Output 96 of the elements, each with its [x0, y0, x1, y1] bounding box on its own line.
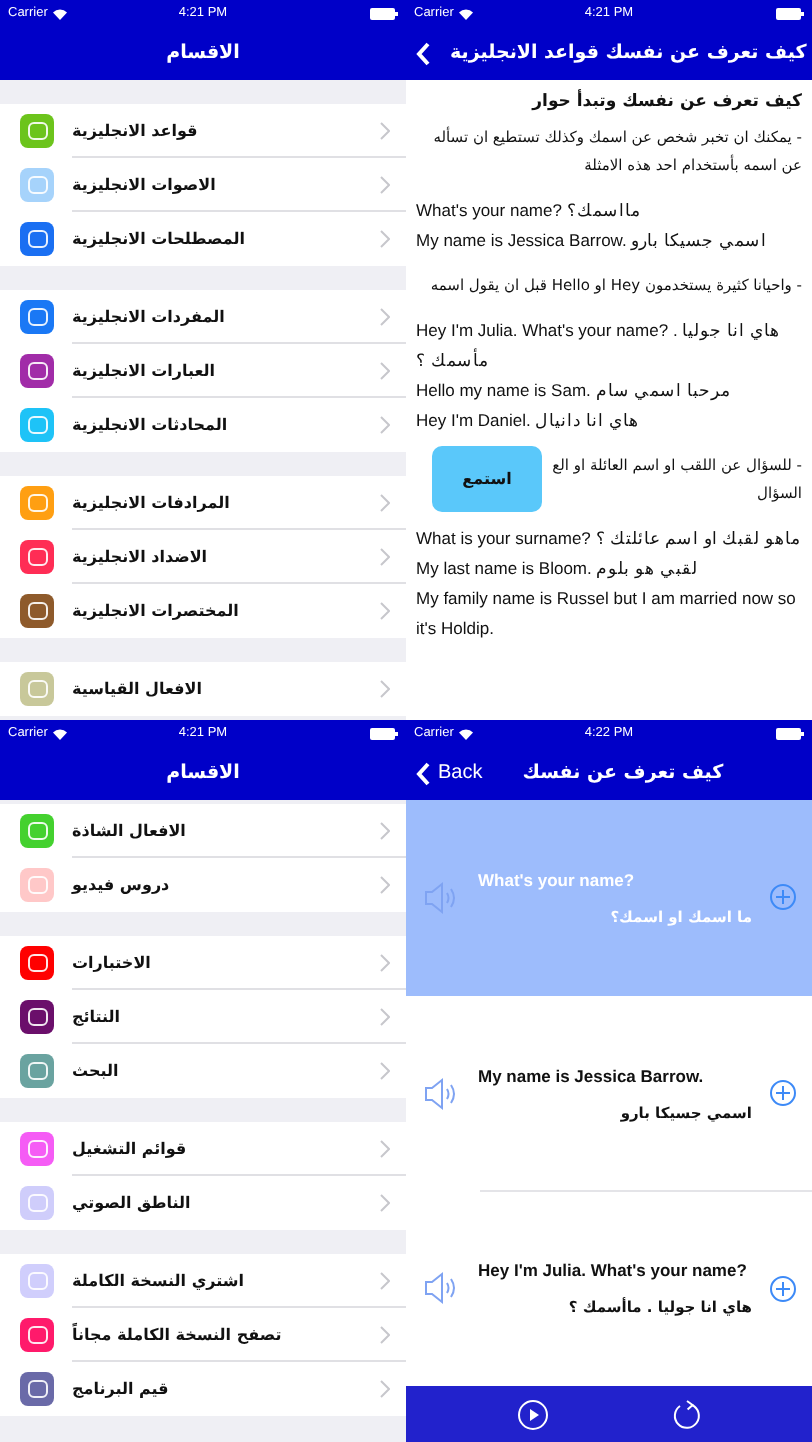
play-icon[interactable] — [517, 1399, 547, 1429]
nav-title: الاقسام — [166, 42, 240, 64]
chevron-icon — [380, 361, 390, 379]
menu-item-label: الافعال الشاذة — [72, 821, 186, 839]
menu-item[interactable]: قوائم التشغيل — [0, 1122, 406, 1176]
menu-item[interactable]: تصفح النسخة الكاملة مجاناً — [0, 1308, 406, 1362]
menu-item[interactable]: البحث — [0, 1044, 406, 1098]
menu-item[interactable]: المفردات الانجليزية — [0, 290, 406, 344]
menu-item[interactable]: المصطلحات الانجليزية — [0, 212, 406, 266]
chevron-icon — [380, 1007, 390, 1025]
chevron-icon — [380, 1380, 390, 1398]
battery-icon — [370, 7, 398, 19]
speaker-icon[interactable] — [424, 1075, 460, 1111]
speaker-icon[interactable] — [424, 1270, 460, 1307]
menu-item[interactable]: المختصرات الانجليزية — [0, 584, 406, 638]
menu-item[interactable]: المرادفات الانجليزية — [0, 476, 406, 530]
battery-icon — [776, 727, 804, 739]
phrase-english: My name is Jessica Barrow. — [478, 1065, 706, 1085]
menu-item-label: الناطق الصوتي — [72, 1194, 191, 1212]
menu-item[interactable]: قواعد الانجليزية — [0, 104, 406, 158]
battery-icon — [370, 727, 398, 739]
chevron-icon — [380, 876, 390, 894]
nav-title: الاقسام — [166, 762, 240, 784]
chevron-icon — [380, 230, 390, 248]
menu-item[interactable]: العبارات الانجليزية — [0, 344, 406, 398]
menu-item[interactable]: الافعال الشاذة — [0, 804, 406, 858]
menu-item-label: قواعد الانجليزية — [72, 121, 198, 139]
menu-item[interactable]: الناطق الصوتي — [0, 1176, 406, 1230]
article-text: My name is Jessica Barrow. اسمي جسيكا بارو — [416, 228, 769, 255]
repeat-icon[interactable] — [671, 1399, 701, 1429]
menu-item-label: قيم البرنامج — [72, 1380, 169, 1398]
menu-item-label: المرادفات الانجليزية — [72, 493, 230, 511]
chevron-icon — [380, 121, 390, 139]
wifi-icon — [51, 7, 68, 19]
chevron-icon — [380, 1139, 390, 1157]
nav-title: كيف تعرف عن نفسك — [522, 762, 724, 784]
menu-item-label: المختصرات الانجليزية — [72, 602, 239, 620]
chevron-icon — [380, 1194, 390, 1212]
menu-item-label: البحث — [72, 1062, 119, 1080]
wifi-icon — [457, 727, 474, 739]
menu-item[interactable]: دروس فيديو — [0, 858, 406, 912]
article-text: What's your name? مااسمك؟ — [416, 198, 643, 224]
chevron-icon — [380, 1271, 390, 1289]
add-icon[interactable] — [770, 1275, 796, 1302]
chevron-icon — [380, 821, 390, 839]
menu-item-label: المفردات الانجليزية — [72, 307, 225, 325]
menu-item-label: المحادثات الانجليزية — [72, 416, 228, 434]
phrase-english: Hey I'm Julia. What's your name? — [478, 1260, 749, 1281]
menu-item[interactable]: المحادثات الانجليزية — [0, 398, 406, 452]
listen-button[interactable]: استمع — [432, 446, 542, 512]
chevron-icon — [380, 680, 390, 698]
wifi-icon — [457, 7, 474, 19]
add-icon[interactable] — [770, 884, 796, 911]
battery-icon — [776, 7, 804, 19]
menu-item-label: الاختبارات — [72, 953, 151, 971]
menu-item[interactable]: قيم البرنامج — [0, 1362, 406, 1416]
menu-item-label: النتائج — [72, 1007, 121, 1025]
chevron-icon — [380, 416, 390, 434]
menu-item[interactable]: اشتري النسخة الكاملة — [0, 1254, 406, 1308]
chevron-icon — [380, 953, 390, 971]
back-button[interactable] — [416, 41, 430, 65]
menu-item[interactable]: الاصوات الانجليزية — [0, 158, 406, 212]
chevron-icon — [380, 307, 390, 325]
back-chevron-icon — [416, 41, 430, 65]
menu-item-label: دروس فيديو — [72, 876, 170, 894]
chevron-icon — [380, 175, 390, 193]
wifi-icon — [51, 727, 68, 739]
article-heading: كيف تعرف عن نفسك وتبدأ حوار — [529, 92, 802, 112]
menu-item-label: قوائم التشغيل — [72, 1139, 187, 1157]
article-text: Hey I'm Julia. What's your name? هاي انا جوليا . مأسمك ؟ — [416, 318, 782, 374]
add-icon[interactable] — [770, 1080, 796, 1106]
menu-item-label: تصفح النسخة الكاملة مجاناً — [72, 1325, 282, 1343]
phrase-english: What's your name? — [478, 869, 637, 890]
chevron-icon — [380, 1325, 390, 1343]
article-text: What is your surname? ماهو لقبك او اسم عائلتك ؟ — [416, 526, 802, 553]
chevron-icon — [380, 602, 390, 620]
menu-item-label: اشتري النسخة الكاملة — [72, 1271, 244, 1289]
chevron-icon — [380, 1062, 390, 1080]
menu-item[interactable]: الاختبارات — [0, 936, 406, 990]
article-text: My last name is Bloom. لقبي هو بلوم — [416, 556, 700, 583]
menu-item-label: الاضداد الانجليزية — [72, 547, 208, 565]
article-text: My family name is Russel but I am married now so it's Holdip. — [416, 586, 798, 642]
menu-item-label: العبارات الانجليزية — [72, 361, 216, 379]
menu-item-label: الاصوات الانجليزية — [72, 175, 216, 193]
article-text: Hey I'm Daniel. هاي انا دانيال — [416, 408, 641, 434]
nav-title: كيف تعرف عن نفسك قواعد الانجليزية — [450, 42, 807, 64]
menu-item[interactable]: الاضداد الانجليزية — [0, 530, 406, 584]
menu-item[interactable]: النتائج — [0, 990, 406, 1044]
chevron-icon — [380, 493, 390, 511]
menu-item-label: المصطلحات الانجليزية — [72, 230, 245, 248]
article-text: Hello my name is Sam. مرحبا اسمي سام — [416, 378, 733, 404]
menu-item[interactable]: الافعال القياسية — [0, 662, 406, 716]
menu-item-label: الافعال القياسية — [72, 680, 202, 698]
back-chevron-icon — [416, 761, 430, 785]
chevron-icon — [380, 547, 390, 565]
back-button[interactable]: Back — [416, 761, 483, 785]
